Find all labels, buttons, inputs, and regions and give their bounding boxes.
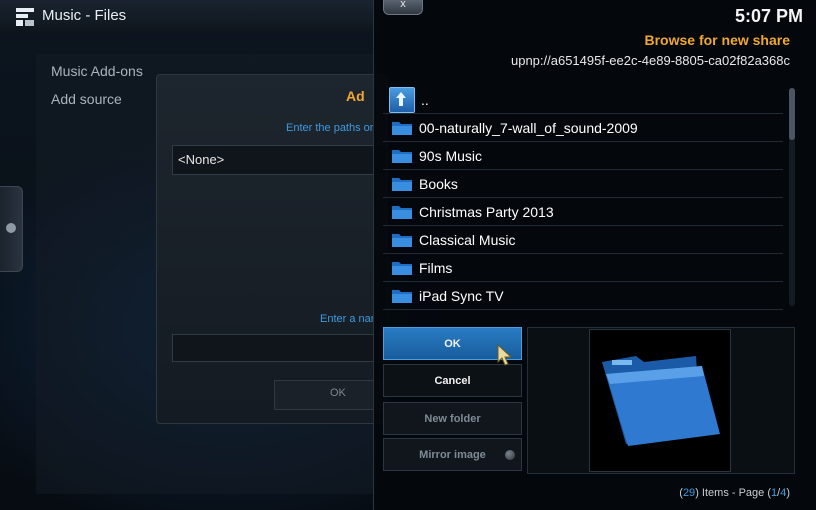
folder-icon <box>392 177 412 191</box>
mouse-cursor-icon <box>497 344 513 366</box>
list-item[interactable]: Christmas Party 2013 <box>383 198 783 226</box>
mirror-image-toggle-icon[interactable] <box>505 450 515 460</box>
source-name-field[interactable] <box>172 334 388 362</box>
list-item[interactable]: Books <box>383 170 783 198</box>
mirror-image-button[interactable]: Mirror image <box>383 438 522 471</box>
list-item[interactable]: 00-naturally_7-wall_of_sound-2009 <box>383 114 783 142</box>
items-page-text: Items - Page <box>701 487 765 499</box>
folder-icon <box>392 205 412 219</box>
list-item-parent[interactable]: .. <box>383 86 783 114</box>
list-item-label: Films <box>419 259 453 276</box>
list-item[interactable]: 90s Music <box>383 142 783 170</box>
list-item[interactable]: Films <box>383 254 783 282</box>
list-item[interactable]: Classical Music <box>383 226 783 254</box>
scrollbar-thumb[interactable] <box>789 88 795 140</box>
file-list: .. 00-naturally_7-wall_of_sound-2009 90s… <box>383 86 783 310</box>
clock: 5:07 PM <box>734 6 803 26</box>
list-item-label: .. <box>421 91 429 108</box>
paths-hint: Enter the paths or <box>286 122 374 134</box>
name-hint: Enter a nar <box>320 313 375 325</box>
folder-icon <box>392 149 412 163</box>
list-item-label: Classical Music <box>419 231 516 248</box>
page-total: 4 <box>780 487 787 499</box>
close-icon: x <box>400 0 406 10</box>
menu-item-music-addons[interactable]: Music Add-ons <box>51 63 143 79</box>
top-bar: Music - Files <box>0 0 380 34</box>
add-source-dialog-header: Ad <box>346 88 365 104</box>
browse-dialog-title: Browse for new share <box>644 32 791 48</box>
new-folder-button[interactable]: New folder <box>383 402 522 435</box>
list-scrollbar[interactable] <box>789 88 795 306</box>
items-page-info: (29) Items - Page (1/4) <box>679 487 790 499</box>
folder-icon <box>392 289 412 303</box>
mirror-image-label: Mirror image <box>419 448 486 461</box>
kodi-logo-icon <box>16 8 34 26</box>
side-menu-tab[interactable] <box>0 186 23 272</box>
folder-icon <box>392 121 412 135</box>
up-arrow-icon <box>389 86 415 113</box>
cancel-button[interactable]: Cancel <box>383 364 522 397</box>
list-item-label: 00-naturally_7-wall_of_sound-2009 <box>419 119 638 136</box>
side-tab-dot-icon <box>6 223 16 233</box>
source-path-value: <None> <box>178 152 225 167</box>
item-count: 29 <box>682 487 696 499</box>
list-item-label: Christmas Party 2013 <box>419 203 554 220</box>
folder-icon <box>392 261 412 275</box>
close-button[interactable]: x <box>383 0 423 15</box>
list-item-label: iPad Sync TV <box>419 287 504 304</box>
folder-icon <box>392 233 412 247</box>
menu-item-add-source[interactable]: Add source <box>51 91 122 107</box>
list-item-label: Books <box>419 175 458 192</box>
page-current: 1 <box>771 487 778 499</box>
page-title: Music - Files <box>42 7 127 24</box>
list-item-label: 90s Music <box>419 147 483 164</box>
current-path: upnp://a651495f-ee2c-4e89-8805-ca02f82a3… <box>510 53 790 68</box>
large-folder-icon <box>602 356 720 446</box>
list-item[interactable]: iPad Sync TV <box>383 282 783 310</box>
add-source-ok-label: OK <box>330 387 346 399</box>
